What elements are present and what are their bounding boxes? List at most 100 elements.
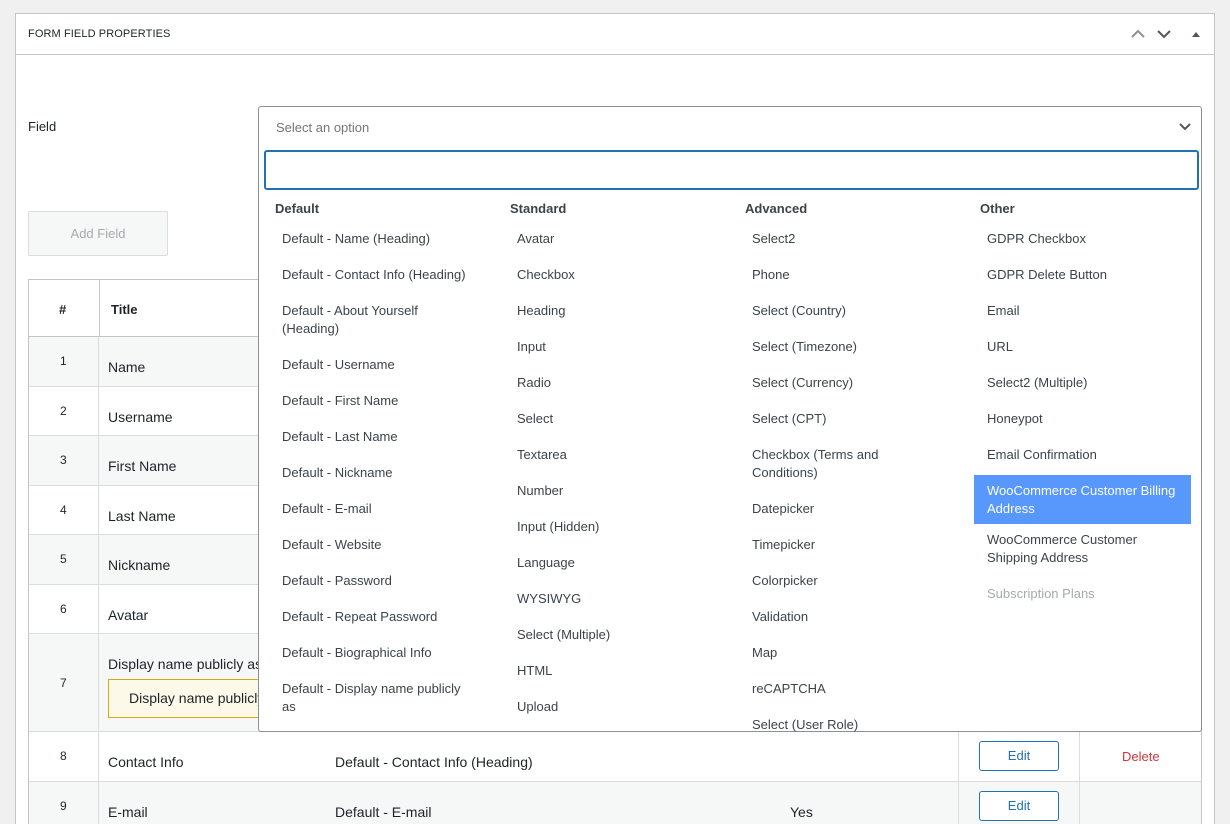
row-title: Contact Info <box>108 754 184 770</box>
dropdown-option[interactable]: GDPR Checkbox <box>964 223 1182 259</box>
edit-button[interactable]: Edit <box>979 791 1059 821</box>
row-number: 8 <box>60 749 67 763</box>
panel-header: FORM FIELD PROPERTIES <box>16 14 1214 55</box>
dropdown-option[interactable]: Default - E-mail <box>259 493 477 529</box>
dropdown-option[interactable]: Default - About Yourself (Heading) <box>259 295 477 349</box>
dropdown-option[interactable]: Default - Biographical Info <box>259 637 477 673</box>
field-select[interactable]: Select an option <box>258 106 1202 146</box>
row-title: Nickname <box>108 557 171 573</box>
dropdown-option[interactable]: Default - First Name <box>259 385 477 421</box>
dropdown-option[interactable]: Default - Display name publicly as <box>259 673 477 727</box>
row-title: Name <box>108 359 146 375</box>
row-title: Avatar <box>108 607 149 623</box>
dropdown-option-disabled: Subscription Plans <box>987 586 1095 601</box>
row-number: 3 <box>60 453 67 467</box>
row-field-type: Default - Contact Info (Heading) <box>335 754 533 770</box>
dropdown-option-highlighted[interactable]: WooCommerce Customer Billing Address <box>974 475 1191 524</box>
dropdown-option[interactable]: Upload <box>494 691 712 727</box>
row-number: 5 <box>60 552 67 566</box>
dropdown-option[interactable]: Default - Username <box>259 349 477 385</box>
add-field-button[interactable]: Add Field <box>28 211 168 256</box>
dropdown-option[interactable]: Radio <box>494 367 712 403</box>
select-placeholder: Select an option <box>276 120 370 135</box>
column-header-title: Title <box>111 302 138 317</box>
dropdown-option[interactable]: Email <box>964 295 1182 331</box>
triangle-toggle-icon[interactable] <box>1186 24 1206 44</box>
dropdown-option[interactable]: Select (Currency) <box>729 367 947 403</box>
table-row[interactable]: 8 Contact Info Default - Contact Info (H… <box>28 732 1202 782</box>
dropdown-option[interactable]: Default - Contact Info (Heading) <box>259 259 477 295</box>
dropdown-option[interactable]: Default - Repeat Password <box>259 601 477 637</box>
dropdown-option[interactable]: Validation <box>729 601 947 637</box>
dropdown-option[interactable]: Email Confirmation <box>964 439 1182 475</box>
dropdown-option[interactable]: Default - Website <box>259 529 477 565</box>
dropdown-option[interactable]: Select (Country) <box>729 295 947 331</box>
dropdown-option[interactable]: HTML <box>494 655 712 691</box>
dropdown-option[interactable]: Select2 (Multiple) <box>964 367 1182 403</box>
option-group-label: Standard <box>510 201 567 216</box>
row-title: Last Name <box>108 508 176 524</box>
dropdown-option[interactable]: Default - Nickname <box>259 457 477 493</box>
delete-link[interactable]: Delete <box>1122 749 1160 764</box>
dropdown-option[interactable]: Select <box>494 403 712 439</box>
dropdown-option[interactable]: Phone <box>729 259 947 295</box>
panel-title: FORM FIELD PROPERTIES <box>28 28 171 40</box>
column-divider <box>99 280 100 336</box>
dropdown-option[interactable]: Textarea <box>494 439 712 475</box>
field-label: Field <box>28 119 57 134</box>
option-group-advanced: Advanced Select2 Phone Select (Country) … <box>729 201 947 745</box>
row-required: Yes <box>790 804 813 820</box>
row-number: 1 <box>60 354 67 368</box>
row-number: 7 <box>60 676 67 690</box>
dropdown-option[interactable]: Input (Hidden) <box>494 511 712 547</box>
row-number: 2 <box>60 404 67 418</box>
dropdown-option[interactable]: Select (Timezone) <box>729 331 947 367</box>
row-number: 6 <box>60 602 67 616</box>
option-group-standard: Standard Avatar Checkbox Heading Input R… <box>494 201 712 727</box>
edit-button[interactable]: Edit <box>979 741 1059 771</box>
dropdown-option[interactable]: Default - Name (Heading) <box>259 223 477 259</box>
dropdown-option[interactable]: Select (CPT) <box>729 403 947 439</box>
row-title: Username <box>108 409 173 425</box>
dropdown-option[interactable]: reCAPTCHA <box>729 673 947 709</box>
dropdown-option[interactable]: Select2 <box>729 223 947 259</box>
dropdown-option[interactable]: Avatar <box>494 223 712 259</box>
dropdown-option[interactable]: Number <box>494 475 712 511</box>
dropdown-option[interactable]: Honeypot <box>964 403 1182 439</box>
chevron-down-icon <box>1177 118 1193 134</box>
chevron-up-icon[interactable] <box>1128 24 1148 44</box>
dropdown-option[interactable]: Language <box>494 547 712 583</box>
option-group-label: Default <box>275 201 320 216</box>
dropdown-option[interactable]: Map <box>729 637 947 673</box>
dropdown-option[interactable]: Colorpicker <box>729 565 947 601</box>
dropdown-option[interactable]: Select (Multiple) <box>494 619 712 655</box>
dropdown-option[interactable]: WYSIWYG <box>494 583 712 619</box>
row-title: First Name <box>108 458 177 474</box>
chevron-down-icon[interactable] <box>1154 24 1174 44</box>
row-number: 4 <box>60 503 67 517</box>
dropdown-option[interactable]: Timepicker <box>729 529 947 565</box>
row-number: 9 <box>60 799 67 813</box>
field-dropdown: Default Default - Name (Heading) Default… <box>258 145 1202 732</box>
dropdown-option[interactable]: Heading <box>494 295 712 331</box>
option-group-default: Default Default - Name (Heading) Default… <box>259 201 477 727</box>
column-header-number: # <box>59 302 67 317</box>
dropdown-option[interactable]: Default - Last Name <box>259 421 477 457</box>
row-title: E-mail <box>108 804 148 820</box>
dropdown-option[interactable]: URL <box>964 331 1182 367</box>
dropdown-option[interactable]: Datepicker <box>729 493 947 529</box>
option-group-other: Other GDPR Checkbox GDPR Delete Button E… <box>964 201 1191 614</box>
dropdown-option[interactable]: WooCommerce Customer Shipping Address <box>964 524 1182 578</box>
dropdown-search-input[interactable] <box>264 150 1199 190</box>
dropdown-option[interactable]: Select (User Role) <box>729 709 947 745</box>
dropdown-option[interactable]: Default - Password <box>259 565 477 601</box>
dropdown-option[interactable]: GDPR Delete Button <box>964 259 1182 295</box>
dropdown-option[interactable]: Checkbox (Terms and Conditions) <box>729 439 947 493</box>
option-group-label: Advanced <box>745 201 808 216</box>
dropdown-option[interactable]: Input <box>494 331 712 367</box>
table-row[interactable]: 9 E-mail Default - E-mail Yes Edit <box>28 782 1202 824</box>
row-field-type: Default - E-mail <box>335 804 432 820</box>
row-title: Display name publicly as <box>108 656 263 672</box>
option-group-label: Other <box>980 201 1015 216</box>
dropdown-option[interactable]: Checkbox <box>494 259 712 295</box>
